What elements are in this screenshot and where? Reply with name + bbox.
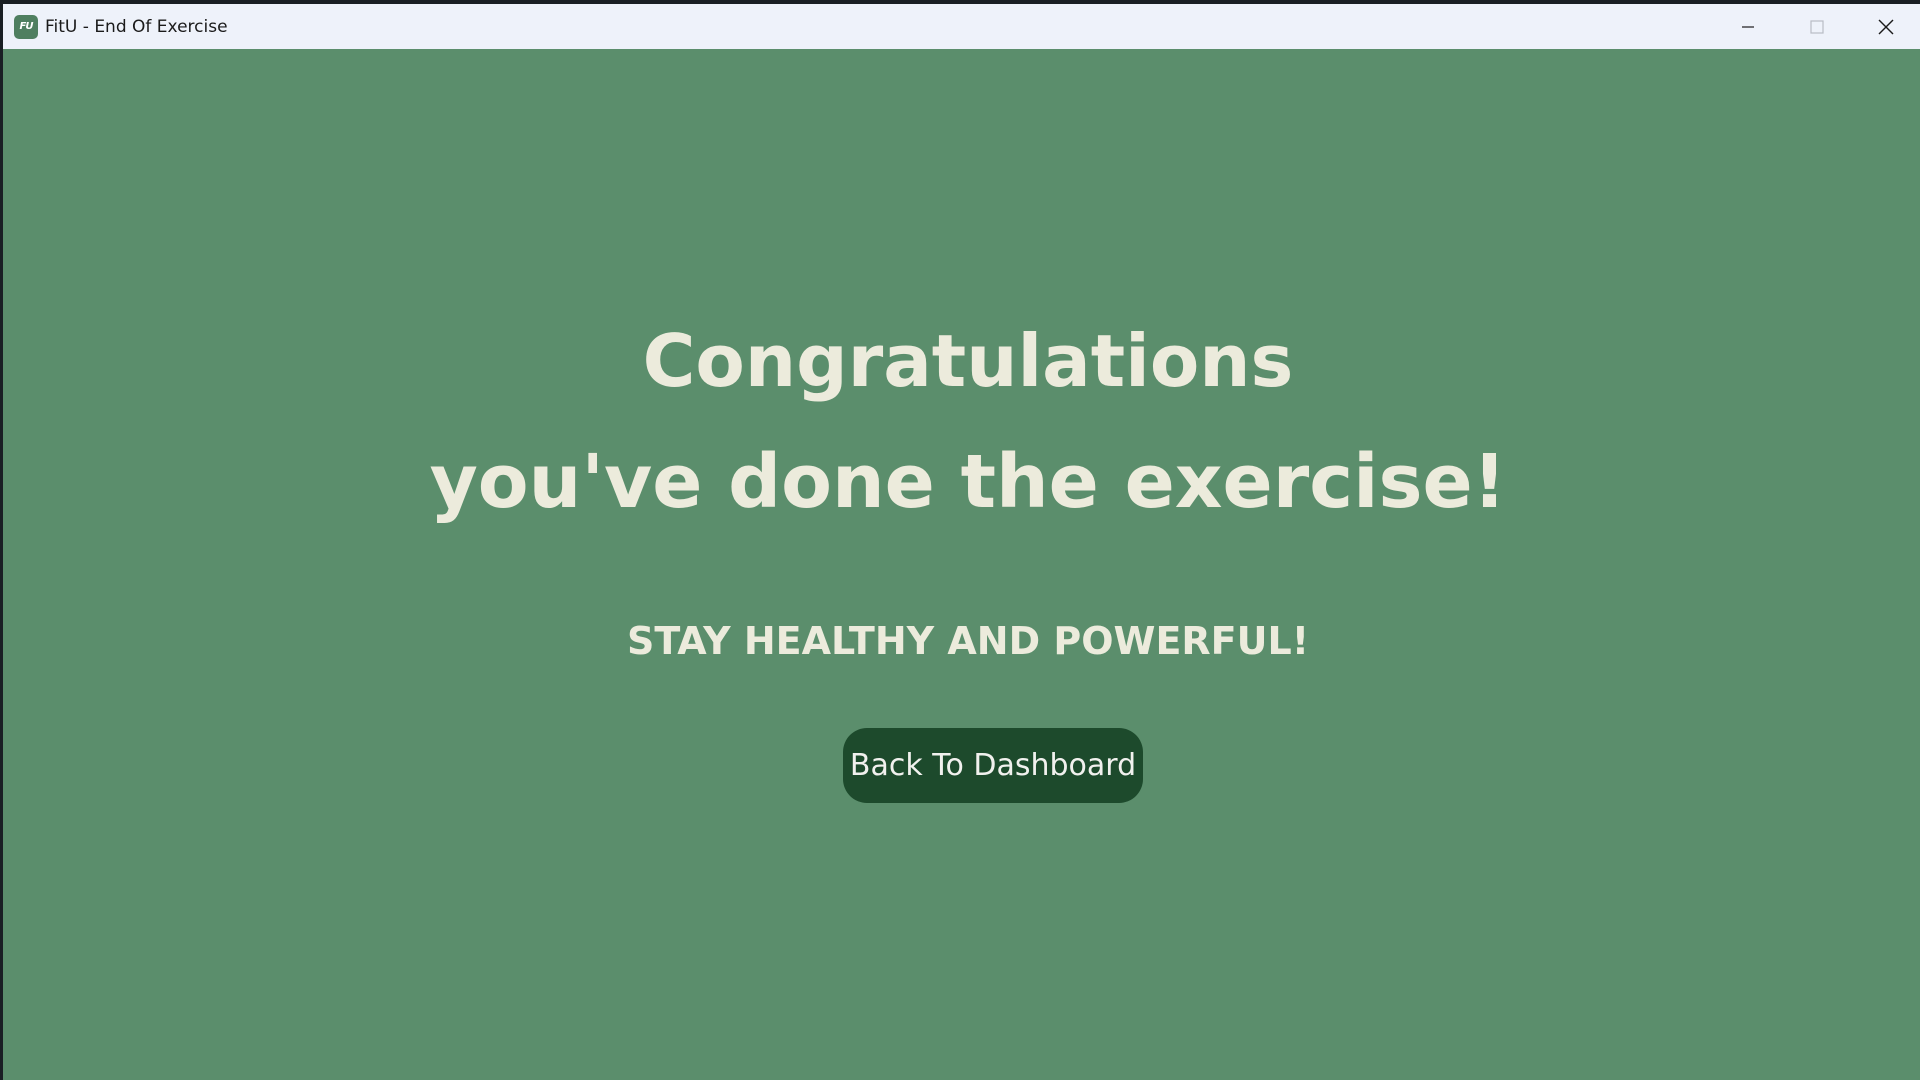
maximize-icon (1809, 19, 1824, 34)
back-to-dashboard-button[interactable]: Back To Dashboard (843, 728, 1143, 803)
close-button[interactable] (1851, 4, 1920, 49)
exercise-done-heading: you've done the exercise! (429, 439, 1507, 525)
main-content: Congratulations you've done the exercise… (3, 49, 1920, 1080)
congratulations-heading: Congratulations (642, 319, 1294, 403)
maximize-button[interactable] (1782, 4, 1851, 49)
window-controls (1713, 4, 1920, 49)
fitu-logo-icon: FU (14, 14, 38, 39)
app-window: FU FitU - End Of Exercise Congratulation… (3, 4, 1920, 1080)
close-icon (1878, 19, 1893, 34)
motivational-tagline: STAY HEALTHY AND POWERFUL! (626, 619, 1310, 663)
title-bar[interactable]: FU FitU - End Of Exercise (3, 4, 1920, 49)
window-title: FitU - End Of Exercise (45, 16, 228, 37)
minimize-icon (1741, 25, 1754, 28)
minimize-button[interactable] (1713, 4, 1782, 49)
